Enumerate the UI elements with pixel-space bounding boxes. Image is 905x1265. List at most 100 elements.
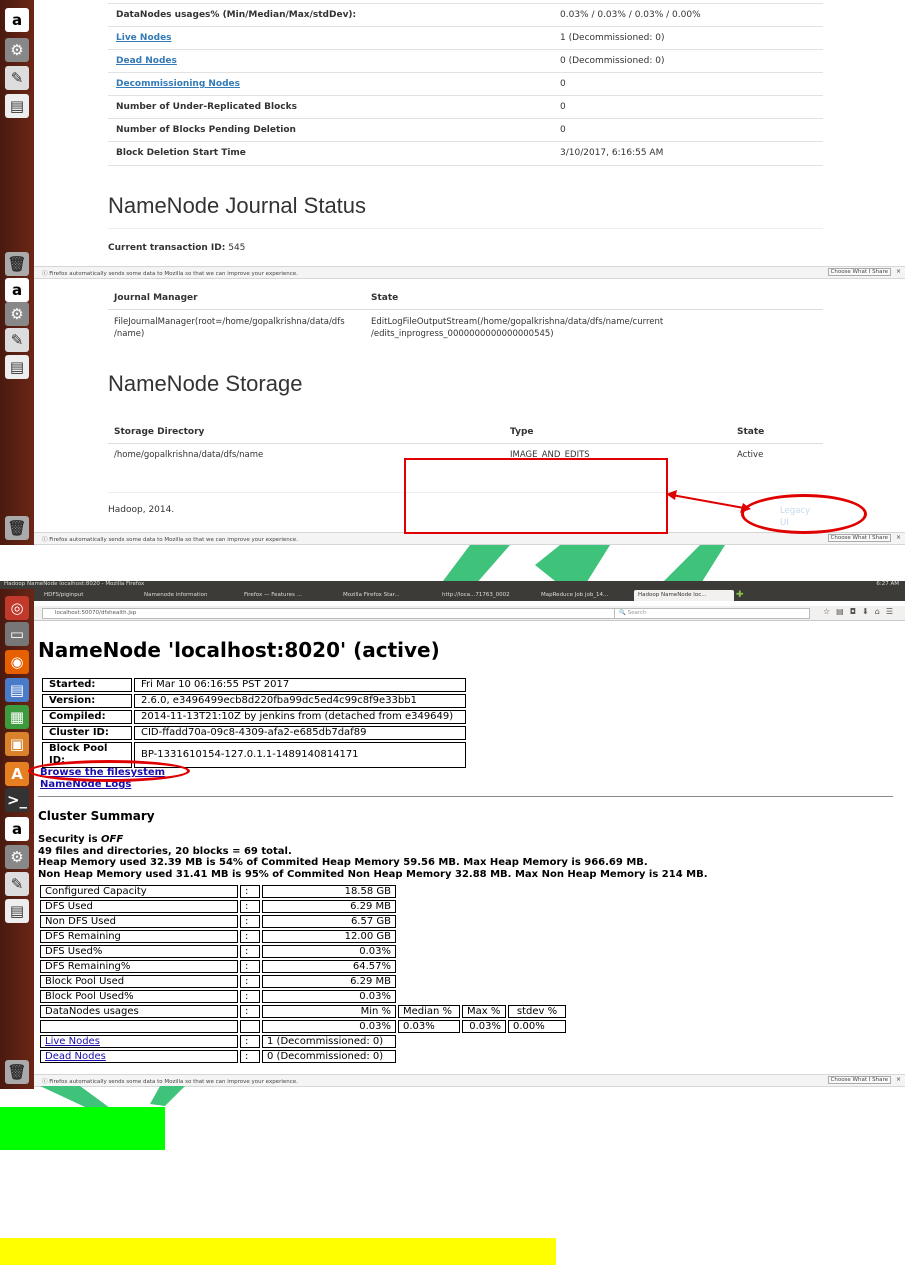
namenode-info-table: Started: Fri Mar 10 06:16:55 PST 2017 Ver…	[40, 676, 468, 770]
info-icon: ⓘ Firefox automatically sends some data …	[42, 271, 298, 277]
dead-nodes-link[interactable]: Dead Nodes	[116, 56, 177, 66]
table-row: 0.03% 0.03% 0.03% 0.00%	[40, 1020, 566, 1033]
window-title: Hadoop NameNode localhost:8020 - Mozilla…	[4, 581, 145, 587]
table-row: Started: Fri Mar 10 06:16:55 PST 2017	[42, 678, 466, 692]
table-row: Dead Nodes:0 (Decommissioned: 0)	[40, 1050, 566, 1063]
close-icon[interactable]: ×	[896, 268, 901, 275]
choose-what-i-share-button[interactable]: Choose What I Share	[827, 1076, 891, 1084]
save-icon[interactable]: ▤	[5, 94, 29, 118]
trash-icon[interactable]: 🗑	[5, 516, 29, 540]
files-icon[interactable]: ▭	[5, 622, 29, 646]
clip	[34, 1068, 905, 1072]
impress-icon[interactable]: ▣	[5, 732, 29, 756]
security-line: Security is OFF	[38, 834, 124, 845]
firefox-icon[interactable]: ◉	[5, 650, 29, 674]
footer-text: Hadoop, 2014.	[108, 505, 175, 515]
tab-mozilla-start[interactable]: Mozilla Firefox Star...	[339, 590, 438, 601]
save-icon[interactable]: ▤	[5, 355, 29, 379]
tab-hdfs[interactable]: HDFS/piginput	[40, 590, 140, 601]
table-row: Configured Capacity:18.58 GB	[40, 885, 566, 898]
nonheap-line: Non Heap Memory used 31.41 MB is 95% of …	[38, 868, 708, 880]
table-row: Block Pool Used:6.29 MB	[40, 975, 566, 988]
divider	[108, 443, 823, 444]
save-icon[interactable]: ▤	[5, 899, 29, 923]
journal-manager-header: Journal Manager	[114, 293, 198, 303]
text-editor-icon[interactable]: ✎	[5, 872, 29, 896]
cluster-summary-text: Security is OFF 49 files and directories…	[38, 834, 903, 880]
close-icon[interactable]: ×	[896, 1076, 901, 1083]
settings-icon[interactable]: ⚙	[5, 302, 29, 326]
firefox-data-notification: ⓘ Firefox automatically sends some data …	[34, 266, 905, 279]
terminal-icon[interactable]: >_	[5, 788, 29, 812]
live-nodes-link[interactable]: Live Nodes	[45, 1036, 100, 1047]
storage-type-header: Type	[510, 427, 534, 437]
choose-what-i-share-button[interactable]: Choose What I Share	[827, 268, 891, 276]
table-row: Number of Blocks Pending Deletion 0	[108, 118, 823, 142]
amazon-icon[interactable]: a	[5, 817, 29, 841]
divider	[108, 228, 823, 229]
text-editor-icon[interactable]: ✎	[5, 66, 29, 90]
journal-state-header: State	[371, 293, 399, 303]
storage-state-value: Active	[737, 450, 764, 460]
tab-hadoop-namenode[interactable]: Hadoop NameNode loc...	[634, 590, 734, 601]
amazon-icon[interactable]: a	[5, 8, 29, 32]
current-transaction: Current transaction ID: 545	[108, 243, 246, 253]
tab-namenode-info[interactable]: Namenode information	[140, 590, 240, 601]
table-row: Non DFS Used:6.57 GB	[40, 915, 566, 928]
tab-bar: HDFS/piginput Namenode information Firef…	[0, 589, 905, 601]
trash-icon[interactable]: 🗑	[5, 1060, 29, 1084]
files-line: 49 files and directories, 20 blocks = 69…	[38, 845, 292, 857]
cluster-summary-heading: Cluster Summary	[38, 809, 155, 823]
divider	[38, 796, 893, 797]
dead-nodes-link[interactable]: Dead Nodes	[45, 1051, 106, 1062]
table-row: DFS Used%:0.03%	[40, 945, 566, 958]
settings-icon[interactable]: ⚙	[5, 845, 29, 869]
tab-firefox-features[interactable]: Firefox — Features ...	[240, 590, 339, 601]
trash-icon[interactable]: 🗑	[5, 252, 29, 276]
page-title: NameNode 'localhost:8020' (active)	[38, 638, 440, 662]
journal-status-heading: NameNode Journal Status	[108, 193, 367, 218]
ubuntu-dash-icon[interactable]: ◎	[5, 596, 29, 620]
search-input[interactable]: 🔍 Search	[614, 608, 810, 619]
table-row: DFS Remaining%:64.57%	[40, 960, 566, 973]
table-row: Version: 2.6.0, e3496499ecb8d220fba99dc5e…	[42, 694, 466, 708]
table-row: DFS Used:6.29 MB	[40, 900, 566, 913]
storage-dir-header: Storage Directory	[114, 427, 205, 437]
decommissioning-nodes-link[interactable]: Decommissioning Nodes	[116, 79, 240, 89]
table-row: Dead Nodes 0 (Decommissioned: 0)	[108, 49, 823, 73]
writer-icon[interactable]: ▤	[5, 678, 29, 702]
live-nodes-link[interactable]: Live Nodes	[116, 33, 172, 43]
divider	[108, 309, 823, 310]
url-bar[interactable]: localhost:50070/dfshealth.jsp	[42, 608, 661, 619]
storage-state-header: State	[737, 427, 765, 437]
amazon-icon[interactable]: a	[5, 278, 29, 302]
table-row: DFS Remaining:12.00 GB	[40, 930, 566, 943]
window-title-bar: Hadoop NameNode localhost:8020 - Mozilla…	[0, 581, 905, 589]
yellow-highlight-bar	[0, 1238, 556, 1265]
toolbar-icons[interactable]: ☆▤◘⬇⌂☰	[823, 607, 899, 616]
green-highlight-bar	[0, 1107, 165, 1150]
storage-dir-value: /home/gopalkrishna/data/dfs/name	[114, 450, 264, 460]
software-center-icon[interactable]: A	[5, 762, 29, 786]
table-row: Block Pool Used%:0.03%	[40, 990, 566, 1003]
table-row: Compiled: 2014-11-13T21:10Z by jenkins fr…	[42, 710, 466, 724]
heap-line: Heap Memory used 32.39 MB is 54% of Comm…	[38, 857, 648, 868]
table-row: DataNodes usages: Min % Median % Max % stdev…	[40, 1005, 566, 1018]
tab-localhost[interactable]: http://loca...71763_0002	[438, 590, 537, 601]
annotation-box	[404, 458, 668, 534]
table-row: Decommissioning Nodes 0	[108, 72, 823, 96]
choose-what-i-share-button[interactable]: Choose What I Share	[827, 534, 891, 542]
nav-bar: localhost:50070/dfshealth.jsp 🔍 Search ☆…	[34, 606, 905, 621]
system-clock: 6:27 AM	[876, 581, 899, 587]
table-row: Cluster ID: CID-ffadd70a-09c8-4309-afa2-e…	[42, 726, 466, 740]
capacity-table: Configured Capacity:18.58 GB DFS Used:6.…	[38, 883, 568, 1065]
text-editor-icon[interactable]: ✎	[5, 328, 29, 352]
close-icon[interactable]: ×	[896, 534, 901, 541]
table-row: Live Nodes 1 (Decommissioned: 0)	[108, 26, 823, 50]
settings-icon[interactable]: ⚙	[5, 38, 29, 62]
new-tab-icon[interactable]: ✚	[736, 590, 744, 600]
annotation-oval	[741, 494, 867, 534]
tab-mapreduce-job[interactable]: MapReduce Job job_14...	[537, 590, 636, 601]
calc-icon[interactable]: ▦	[5, 705, 29, 729]
info-icon: ⓘ Firefox automatically sends some data …	[42, 1079, 298, 1085]
